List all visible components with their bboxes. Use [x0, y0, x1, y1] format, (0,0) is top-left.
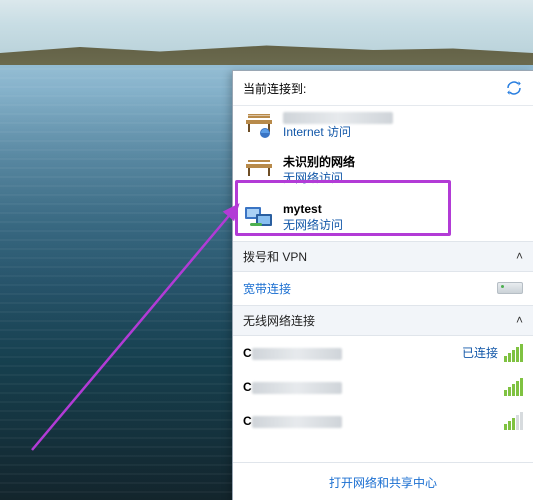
connection-text: Internet 访问: [283, 112, 393, 140]
screenshot-stage: 当前连接到: Internet 访问 未识别的网络: [0, 0, 533, 500]
connection-name: 未识别的网络: [283, 154, 355, 170]
chevron-up-icon: ˄: [516, 249, 523, 263]
wifi-item[interactable]: C: [233, 370, 533, 404]
wifi-item[interactable]: C: [233, 404, 533, 438]
refresh-icon[interactable]: [505, 79, 523, 97]
bench-icon: [243, 158, 275, 182]
connection-text: mytest 无网络访问: [283, 201, 343, 233]
signal-bars-icon: [504, 378, 523, 396]
section-wireless[interactable]: 无线网络连接 ˄: [233, 305, 533, 336]
wifi-name-blurred: C: [243, 346, 342, 360]
wifi-item[interactable]: C 已连接: [233, 336, 533, 370]
link-text: 打开网络和共享中心: [329, 474, 437, 491]
network-flyout-panel: 当前连接到: Internet 访问 未识别的网络: [232, 70, 533, 500]
connection-item[interactable]: Internet 访问: [233, 106, 533, 148]
connection-item[interactable]: 未识别的网络 无网络访问: [233, 148, 533, 194]
current-connections: Internet 访问 未识别的网络 无网络访问 mytest 无网络访: [233, 105, 533, 241]
connection-name-blurred: [283, 112, 393, 124]
panel-header: 当前连接到:: [233, 71, 533, 105]
wifi-name-blurred: C: [243, 414, 342, 428]
bench-icon: [243, 114, 275, 138]
section-label: 无线网络连接: [243, 312, 315, 329]
link-text: 宽带连接: [243, 280, 291, 297]
panel-title: 当前连接到:: [243, 80, 306, 97]
wifi-status: 已连接: [462, 344, 498, 361]
signal-bars-icon: [504, 412, 523, 430]
connection-item-mytest[interactable]: mytest 无网络访问: [233, 195, 533, 241]
connection-status: Internet 访问: [283, 125, 351, 139]
section-label: 拨号和 VPN: [243, 248, 307, 265]
signal-bars-icon: [504, 344, 523, 362]
modem-icon: [497, 282, 523, 294]
chevron-up-icon: ˄: [516, 313, 523, 327]
wifi-name-blurred: C: [243, 380, 342, 394]
connection-name: mytest: [283, 201, 343, 217]
connection-status: 无网络访问: [283, 218, 343, 232]
broadband-connect-link[interactable]: 宽带连接: [233, 272, 533, 305]
connection-text: 未识别的网络 无网络访问: [283, 154, 355, 186]
section-dialup-vpn[interactable]: 拨号和 VPN ˄: [233, 241, 533, 272]
connection-status: 无网络访问: [283, 171, 343, 185]
monitor-icon: [243, 205, 275, 229]
open-network-sharing-link[interactable]: 打开网络和共享中心: [233, 462, 533, 500]
